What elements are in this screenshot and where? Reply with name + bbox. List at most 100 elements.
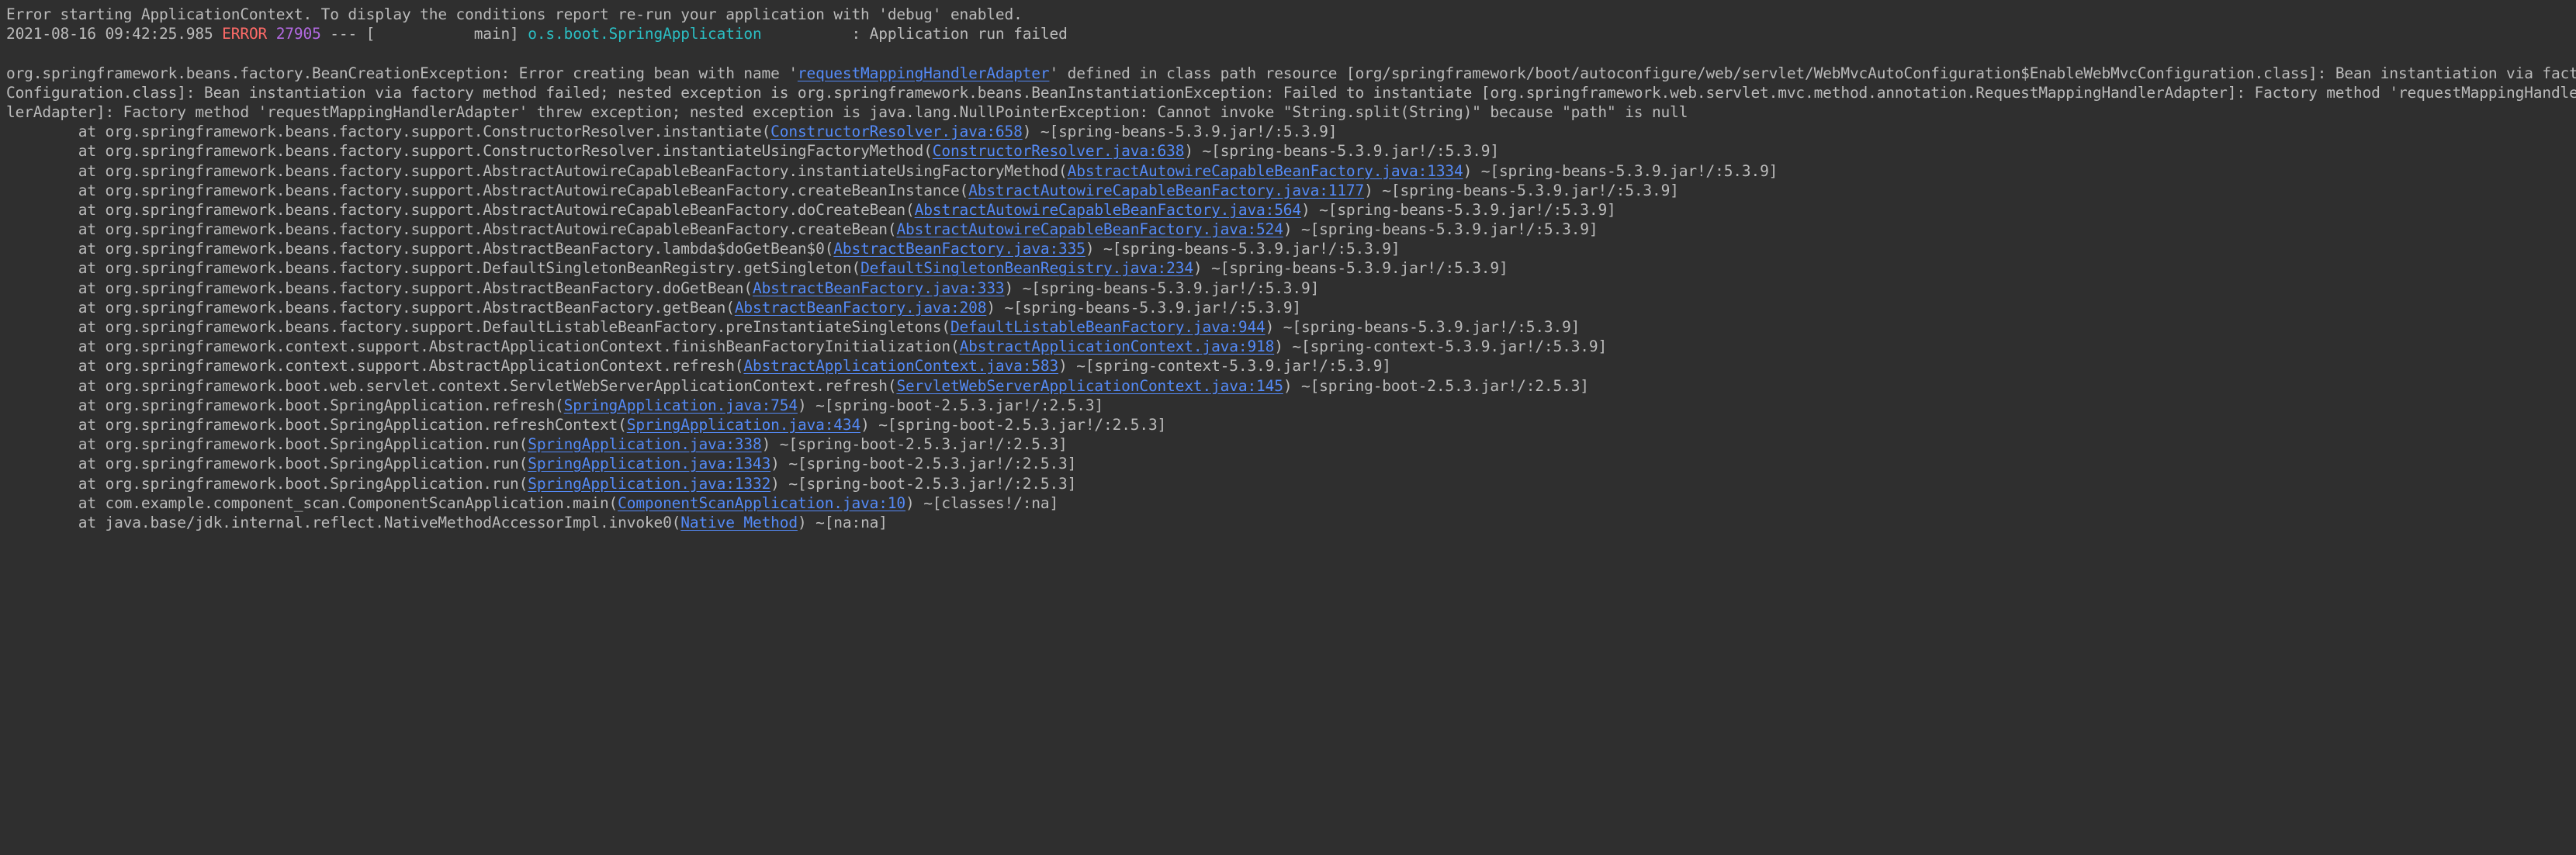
stack-frame-line: at org.springframework.beans.factory.sup… — [6, 200, 2576, 220]
stack-frame-line: at org.springframework.boot.SpringApplic… — [6, 434, 2576, 454]
console-text: ) ~[spring-boot-2.5.3.jar!/:2.5.3] — [761, 435, 1068, 454]
console-text: at org.springframework.beans.factory.sup… — [6, 279, 753, 297]
console-text: at com.example.component_scan.ComponentS… — [6, 493, 618, 512]
source-link[interactable]: AbstractApplicationContext.java:583 — [743, 357, 1058, 375]
console-text: ) ~[spring-beans-5.3.9.jar!/:5.3.9] — [1265, 318, 1581, 336]
console-text: ) ~[spring-beans-5.3.9.jar!/:5.3.9] — [1193, 259, 1508, 278]
stack-frame-line: at org.springframework.beans.factory.sup… — [6, 141, 2576, 161]
console-text: ERROR — [222, 25, 268, 43]
console-text: ) ~[spring-boot-2.5.3.jar!/:2.5.3] — [770, 474, 1077, 493]
source-link[interactable]: AbstractBeanFactory.java:335 — [833, 240, 1085, 258]
console-text: ) ~[spring-beans-5.3.9.jar!/:5.3.9] — [1085, 240, 1401, 258]
console-text: : Application run failed — [761, 25, 1068, 43]
error-context-line: Error starting ApplicationContext. To di… — [6, 5, 2576, 24]
source-link[interactable]: ConstructorResolver.java:638 — [933, 142, 1185, 160]
console-text: at org.springframework.boot.SpringApplic… — [6, 474, 528, 493]
stack-frame-line: at org.springframework.beans.factory.sup… — [6, 317, 2576, 337]
console-text: at org.springframework.boot.SpringApplic… — [6, 415, 627, 434]
stack-frame-line: at org.springframework.beans.factory.sup… — [6, 298, 2576, 317]
stack-frame-line: at org.springframework.beans.factory.sup… — [6, 279, 2576, 298]
source-link[interactable]: DefaultSingletonBeanRegistry.java:234 — [860, 259, 1193, 277]
console-text: at org.springframework.boot.SpringApplic… — [6, 435, 528, 454]
source-link[interactable]: SpringApplication.java:1332 — [528, 475, 770, 493]
console-text: ) ~[spring-beans-5.3.9.jar!/:5.3.9] — [1300, 200, 1616, 219]
console-text: at org.springframework.beans.factory.sup… — [6, 240, 834, 258]
stack-frame-line: at org.springframework.boot.SpringApplic… — [6, 454, 2576, 473]
console-text: ) ~[spring-boot-2.5.3.jar!/:2.5.3] — [770, 455, 1077, 473]
console-text: at org.springframework.beans.factory.sup… — [6, 259, 861, 278]
console-text: at org.springframework.beans.factory.sup… — [6, 318, 950, 336]
console-text: Error starting ApplicationContext. To di… — [6, 5, 1023, 23]
console-text: ) ~[classes!/:na] — [905, 493, 1059, 512]
source-link[interactable]: SpringApplication.java:434 — [627, 416, 860, 434]
source-link[interactable]: DefaultListableBeanFactory.java:944 — [950, 318, 1265, 336]
console-text: lerAdapter]: Factory method 'requestMapp… — [6, 102, 1688, 121]
source-link[interactable]: SpringApplication.java:1343 — [528, 455, 770, 472]
stack-frame-line: at com.example.component_scan.ComponentS… — [6, 493, 2576, 513]
console-text: Configuration.class]: Bean instantiation… — [6, 83, 2576, 102]
console-text: ) ~[spring-beans-5.3.9.jar!/:5.3.9] — [1184, 142, 1499, 161]
stack-frame-line: at org.springframework.beans.factory.sup… — [6, 161, 2576, 181]
console-text: ) ~[na:na] — [797, 513, 888, 531]
source-link[interactable]: Native Method — [680, 514, 798, 531]
exception-wrap-line-1: Configuration.class]: Bean instantiation… — [6, 83, 2576, 102]
source-link[interactable]: AbstractAutowireCapableBeanFactory.java:… — [1068, 162, 1463, 180]
console-text: ) ~[spring-beans-5.3.9.jar!/:5.3.9] — [1463, 161, 1778, 180]
log-timestamp-line: 2021-08-16 09:42:25.985 ERROR 27905 --- … — [6, 24, 2576, 43]
source-link[interactable]: AbstractBeanFactory.java:208 — [735, 299, 987, 317]
source-link[interactable]: SpringApplication.java:338 — [528, 435, 761, 453]
stack-frame-line: at org.springframework.beans.factory.sup… — [6, 258, 2576, 278]
exception-header-line: org.springframework.beans.factory.BeanCr… — [6, 64, 2576, 83]
source-link[interactable]: AbstractAutowireCapableBeanFactory.java:… — [915, 201, 1302, 219]
console-text: ) ~[spring-boot-2.5.3.jar!/:2.5.3] — [1283, 376, 1589, 395]
source-link[interactable]: AbstractApplicationContext.java:918 — [960, 338, 1275, 355]
console-text: at org.springframework.boot.web.servlet.… — [6, 376, 897, 395]
console-text: ) ~[spring-beans-5.3.9.jar!/:5.3.9] — [1283, 220, 1598, 239]
stack-frame-line: at org.springframework.boot.SpringApplic… — [6, 415, 2576, 434]
source-link[interactable]: AbstractAutowireCapableBeanFactory.java:… — [968, 182, 1364, 199]
stack-frame-line: at org.springframework.beans.factory.sup… — [6, 181, 2576, 200]
stack-frame-line: at org.springframework.context.support.A… — [6, 356, 2576, 376]
stack-frame-line: at org.springframework.boot.web.servlet.… — [6, 376, 2576, 396]
console-text: 27905 — [275, 25, 321, 43]
console-text: org.springframework.beans.factory.BeanCr… — [6, 64, 798, 82]
console-text: at org.springframework.beans.factory.sup… — [6, 161, 1068, 180]
console-text: at org.springframework.beans.factory.sup… — [6, 200, 915, 219]
console-text: at org.springframework.beans.factory.sup… — [6, 181, 969, 199]
console-text: at org.springframework.beans.factory.sup… — [6, 142, 933, 161]
console-gutter — [0, 0, 2, 855]
console-text: ) ~[spring-beans-5.3.9.jar!/:5.3.9] — [986, 298, 1301, 317]
source-link[interactable]: ConstructorResolver.java:658 — [770, 123, 1023, 140]
console-text: ) ~[spring-context-5.3.9.jar!/:5.3.9] — [1058, 357, 1391, 376]
stack-frame-line: at org.springframework.boot.SpringApplic… — [6, 396, 2576, 415]
console-text: ) ~[spring-context-5.3.9.jar!/:5.3.9] — [1274, 338, 1608, 356]
console-text: at org.springframework.beans.factory.sup… — [6, 220, 897, 239]
source-link[interactable]: requestMappingHandlerAdapter — [798, 64, 1050, 82]
console-text: --- [ main] — [320, 25, 528, 43]
stack-frame-line: at org.springframework.boot.SpringApplic… — [6, 474, 2576, 493]
source-link[interactable]: ComponentScanApplication.java:10 — [618, 494, 905, 512]
console-text: at org.springframework.beans.factory.sup… — [6, 123, 771, 141]
source-link[interactable]: ServletWebServerApplicationContext.java:… — [896, 377, 1283, 395]
exception-wrap-line-2: lerAdapter]: Factory method 'requestMapp… — [6, 102, 2576, 122]
console-text: at java.base/jdk.internal.reflect.Native… — [6, 513, 681, 531]
console-text: o.s.boot.SpringApplication — [528, 25, 762, 43]
console-text: at org.springframework.context.support.A… — [6, 338, 960, 356]
console-text: at org.springframework.boot.SpringApplic… — [6, 396, 564, 414]
source-link[interactable]: AbstractBeanFactory.java:333 — [753, 279, 1005, 297]
console-text: 2021-08-16 09:42:25.985 — [6, 25, 223, 43]
console-text: at org.springframework.boot.SpringApplic… — [6, 455, 528, 473]
stack-frame-line: at org.springframework.beans.factory.sup… — [6, 220, 2576, 239]
stack-frame-line: at org.springframework.beans.factory.sup… — [6, 122, 2576, 141]
console-text: at org.springframework.context.support.A… — [6, 357, 744, 376]
source-link[interactable]: AbstractAutowireCapableBeanFactory.java:… — [896, 220, 1283, 238]
stack-frame-line: at org.springframework.context.support.A… — [6, 337, 2576, 356]
console-output-panel[interactable]: Error starting ApplicationContext. To di… — [0, 0, 2576, 855]
stack-frame-line: at org.springframework.beans.factory.sup… — [6, 239, 2576, 258]
source-link[interactable]: SpringApplication.java:754 — [564, 396, 798, 414]
console-text: ) ~[spring-boot-2.5.3.jar!/:2.5.3] — [797, 396, 1104, 414]
console-text: ' defined in class path resource [org/sp… — [1049, 64, 2576, 82]
stack-frame-line: at java.base/jdk.internal.reflect.Native… — [6, 513, 2576, 532]
